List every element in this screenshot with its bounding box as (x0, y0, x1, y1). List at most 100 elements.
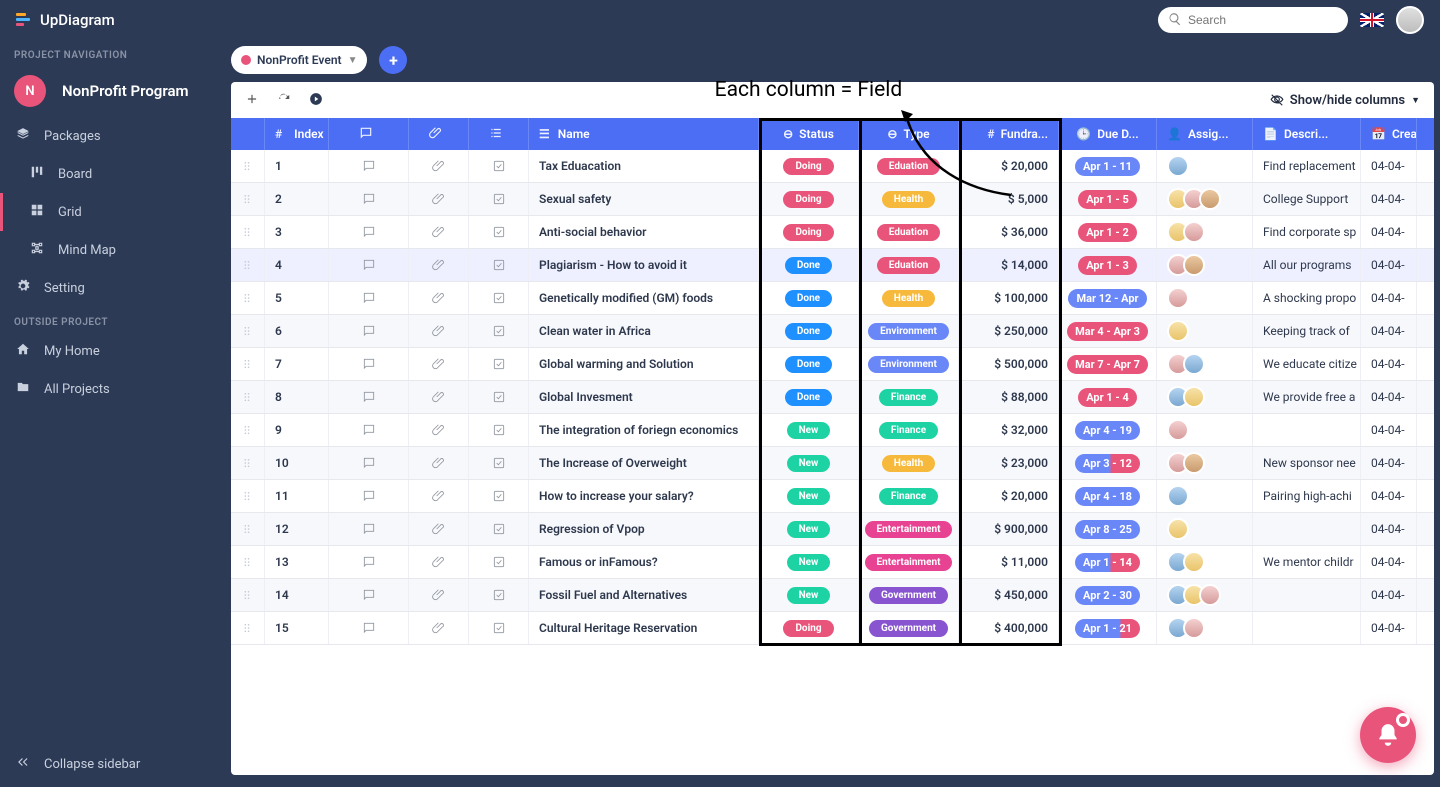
cell-status[interactable]: Doing (759, 612, 859, 644)
cell-duedate[interactable]: Apr 1 - 4 (1059, 381, 1157, 413)
cell-assignees[interactable] (1157, 414, 1253, 446)
sidebar-item-allprojects[interactable]: All Projects (0, 370, 221, 408)
cell-duedate[interactable]: Apr 1 - 3 (1059, 249, 1157, 281)
cell-status[interactable]: Doing (759, 183, 859, 215)
sidebar-item-board[interactable]: Board (0, 155, 221, 193)
cell-name[interactable]: Plagiarism - How to avoid it (529, 249, 759, 281)
cell-attachments[interactable] (409, 315, 469, 347)
cell-assignees[interactable] (1157, 216, 1253, 248)
cell-comments[interactable] (329, 381, 409, 413)
cell-status[interactable]: Done (759, 315, 859, 347)
assignee-avatar[interactable] (1167, 320, 1189, 342)
cell-checklist[interactable] (469, 315, 529, 347)
cell-attachments[interactable] (409, 150, 469, 182)
cell-attachments[interactable] (409, 381, 469, 413)
refresh-button[interactable] (277, 92, 293, 108)
cell-name[interactable]: Cultural Heritage Reservation (529, 612, 759, 644)
play-button[interactable] (309, 92, 325, 108)
cell-comments[interactable] (329, 447, 409, 479)
cell-checklist[interactable] (469, 612, 529, 644)
cell-type[interactable]: Government (859, 579, 959, 611)
cell-checklist[interactable] (469, 183, 529, 215)
cell-name[interactable]: The Increase of Overweight (529, 447, 759, 479)
drag-handle-icon[interactable] (231, 183, 265, 215)
assignee-avatar[interactable] (1167, 155, 1189, 177)
sidebar-item-myhome[interactable]: My Home (0, 332, 221, 370)
cell-checklist[interactable] (469, 546, 529, 578)
table-row[interactable]: 10The Increase of OverweightNewHealth$ 2… (231, 447, 1434, 480)
language-flag-icon[interactable] (1360, 13, 1384, 27)
cell-duedate[interactable]: Apr 1 - 21 (1059, 612, 1157, 644)
cell-checklist[interactable] (469, 150, 529, 182)
cell-type[interactable]: Finance (859, 480, 959, 512)
cell-type[interactable]: Health (859, 183, 959, 215)
cell-checklist[interactable] (469, 381, 529, 413)
table-row[interactable]: 11How to increase your salary?NewFinance… (231, 480, 1434, 513)
drag-handle-icon[interactable] (231, 546, 265, 578)
table-row[interactable]: 6Clean water in AfricaDoneEnvironment$ 2… (231, 315, 1434, 348)
sidebar-project[interactable]: N NonProfit Program (0, 65, 221, 117)
sidebar-item-packages[interactable]: Packages (0, 117, 221, 155)
col-checklist[interactable] (469, 118, 529, 150)
cell-duedate[interactable]: Apr 4 - 18 (1059, 480, 1157, 512)
assignee-avatar[interactable] (1183, 452, 1205, 474)
col-type[interactable]: ⊖Type (859, 118, 959, 150)
cell-name[interactable]: Fossil Fuel and Alternatives (529, 579, 759, 611)
cell-assignees[interactable] (1157, 381, 1253, 413)
drag-handle-icon[interactable] (231, 579, 265, 611)
cell-checklist[interactable] (469, 216, 529, 248)
search-input[interactable] (1188, 13, 1338, 27)
cell-attachments[interactable] (409, 282, 469, 314)
cell-duedate[interactable]: Apr 3 - 12 (1059, 447, 1157, 479)
col-status[interactable]: ⊖Status (759, 118, 859, 150)
cell-comments[interactable] (329, 612, 409, 644)
drag-handle-icon[interactable] (231, 480, 265, 512)
cell-assignees[interactable] (1157, 348, 1253, 380)
assignee-avatar[interactable] (1167, 287, 1189, 309)
table-row[interactable]: 9The integration of foriegn economicsNew… (231, 414, 1434, 447)
col-created[interactable]: 📅Crea... (1361, 118, 1417, 150)
cell-type[interactable]: Eduation (859, 216, 959, 248)
drag-handle-icon[interactable] (231, 315, 265, 347)
cell-comments[interactable] (329, 348, 409, 380)
cell-comments[interactable] (329, 579, 409, 611)
sidebar-item-setting[interactable]: Setting (0, 269, 221, 307)
assignee-avatar[interactable] (1199, 188, 1221, 210)
cell-attachments[interactable] (409, 447, 469, 479)
cell-name[interactable]: The integration of foriegn economics (529, 414, 759, 446)
assignee-avatar[interactable] (1167, 485, 1189, 507)
cell-attachments[interactable] (409, 414, 469, 446)
cell-status[interactable]: Done (759, 381, 859, 413)
drag-handle-icon[interactable] (231, 513, 265, 545)
cell-name[interactable]: Regression of Vpop (529, 513, 759, 545)
cell-attachments[interactable] (409, 612, 469, 644)
cell-assignees[interactable] (1157, 447, 1253, 479)
cell-type[interactable]: Finance (859, 381, 959, 413)
drag-handle-icon[interactable] (231, 447, 265, 479)
cell-comments[interactable] (329, 183, 409, 215)
cell-duedate[interactable]: Apr 2 - 30 (1059, 579, 1157, 611)
assignee-avatar[interactable] (1183, 386, 1205, 408)
cell-duedate[interactable]: Apr 1 - 14 (1059, 546, 1157, 578)
cell-checklist[interactable] (469, 348, 529, 380)
cell-assignees[interactable] (1157, 315, 1253, 347)
cell-duedate[interactable]: Apr 4 - 19 (1059, 414, 1157, 446)
cell-type[interactable]: Entertainment (859, 546, 959, 578)
cell-type[interactable]: Finance (859, 414, 959, 446)
assignee-avatar[interactable] (1183, 617, 1205, 639)
cell-comments[interactable] (329, 480, 409, 512)
cell-name[interactable]: Anti-social behavior (529, 216, 759, 248)
cell-assignees[interactable] (1157, 150, 1253, 182)
drag-handle-icon[interactable] (231, 282, 265, 314)
cell-checklist[interactable] (469, 513, 529, 545)
event-selector[interactable]: NonProfit Event ▼ (231, 46, 367, 74)
cell-attachments[interactable] (409, 348, 469, 380)
cell-comments[interactable] (329, 513, 409, 545)
cell-type[interactable]: Health (859, 447, 959, 479)
table-row[interactable]: 3Anti-social behaviorDoingEduation$ 36,0… (231, 216, 1434, 249)
cell-comments[interactable] (329, 216, 409, 248)
cell-duedate[interactable]: Apr 1 - 11 (1059, 150, 1157, 182)
add-event-button[interactable]: + (379, 46, 407, 74)
drag-handle-icon[interactable] (231, 414, 265, 446)
user-avatar[interactable] (1396, 6, 1424, 34)
